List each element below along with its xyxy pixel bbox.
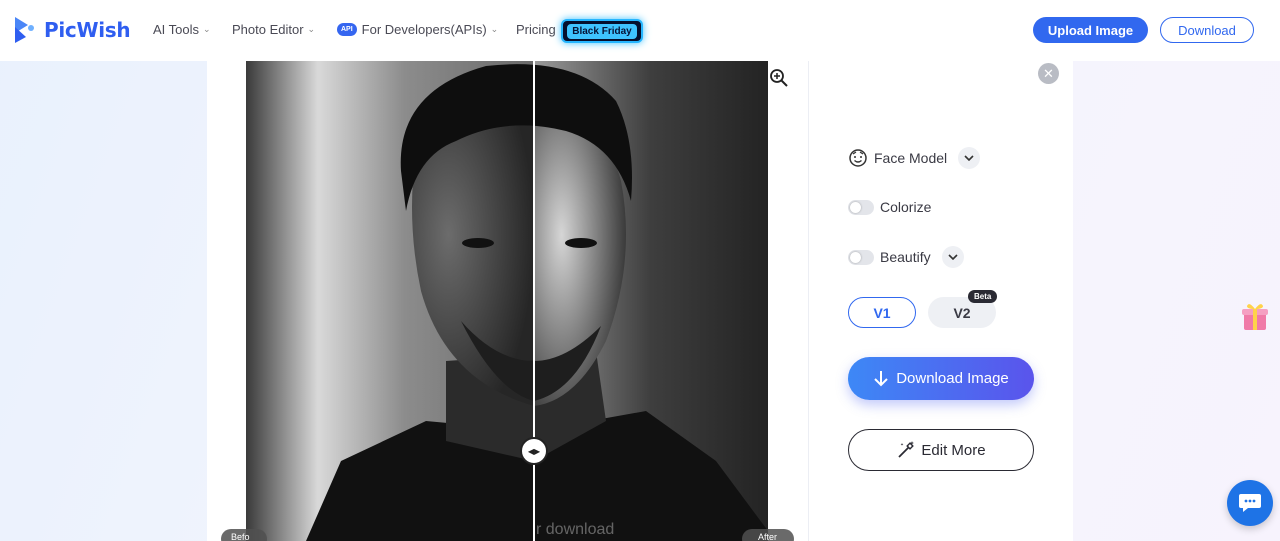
nav-ai-tools[interactable]: AI Tools ⌄	[153, 22, 211, 37]
close-icon[interactable]: ✕	[1038, 63, 1059, 84]
beautify-option[interactable]: Beautify	[848, 246, 964, 268]
compare-divider[interactable]	[533, 61, 535, 541]
face-model-option[interactable]: Face Model	[848, 147, 981, 169]
black-friday-label: Black Friday	[567, 23, 637, 39]
colorize-label: Colorize	[880, 199, 932, 215]
version-v1-button[interactable]: V1	[848, 297, 916, 328]
download-image-label: Download Image	[896, 370, 1009, 387]
nav-pricing[interactable]: Pricing	[516, 22, 556, 37]
colorize-toggle[interactable]	[848, 199, 874, 215]
nav-photo-editor[interactable]: Photo Editor ⌄	[232, 22, 315, 37]
gift-icon[interactable]	[1240, 300, 1270, 332]
nav-pricing-label: Pricing	[516, 22, 556, 37]
edit-more-button[interactable]: Edit More	[848, 429, 1034, 471]
edit-more-label: Edit More	[921, 441, 986, 459]
face-icon	[849, 149, 867, 167]
portrait-image	[246, 61, 768, 541]
beautify-toggle[interactable]	[848, 249, 874, 265]
nav-photo-editor-label: Photo Editor	[232, 22, 304, 37]
upload-image-button[interactable]: Upload Image	[1033, 17, 1148, 43]
chevron-down-icon[interactable]	[941, 246, 964, 268]
before-tag: Befo	[221, 529, 267, 541]
chevron-down-icon: ⌄	[203, 24, 211, 34]
chevron-down-icon[interactable]	[958, 147, 981, 169]
nav-developers-label: For Developers(APIs)	[361, 22, 487, 37]
magic-wand-icon	[898, 441, 915, 458]
chat-bubble-icon	[1239, 494, 1261, 512]
chevron-down-icon: ⌄	[307, 24, 316, 34]
panel-divider	[808, 61, 809, 541]
nav-developers[interactable]: API For Developers(APIs) ⌄	[337, 22, 498, 37]
download-image-button[interactable]: Download Image	[848, 357, 1034, 400]
black-friday-badge[interactable]: Black Friday	[561, 19, 643, 43]
chevron-down-icon: ⌄	[490, 24, 499, 34]
picwish-logo[interactable]: PicWish	[12, 15, 131, 45]
colorize-option[interactable]: Colorize	[848, 199, 931, 215]
brand-name: PicWish	[44, 18, 131, 42]
compare-arrows-icon[interactable]: ◀▶	[520, 437, 548, 465]
download-watermark: r download	[536, 521, 615, 538]
header-download-button[interactable]: Download	[1160, 17, 1254, 43]
face-model-label: Face Model	[874, 150, 948, 166]
picwish-logo-icon	[15, 17, 34, 43]
beta-badge: Beta	[968, 290, 998, 303]
after-tag: After	[742, 529, 794, 541]
download-arrow-icon	[874, 371, 888, 387]
chat-support-button[interactable]	[1227, 480, 1273, 526]
zoom-in-icon[interactable]	[768, 67, 790, 89]
nav-ai-tools-label: AI Tools	[153, 22, 200, 37]
top-nav-bar: PicWish AI Tools ⌄ Photo Editor ⌄ API Fo…	[0, 0, 1280, 61]
photo-preview[interactable]	[246, 61, 768, 541]
beautify-label: Beautify	[880, 249, 931, 265]
api-badge: API	[337, 23, 357, 36]
